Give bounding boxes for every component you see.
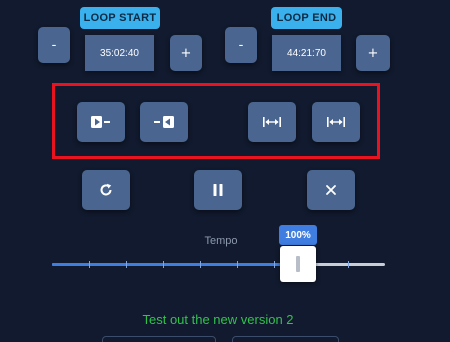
- tempo-slider-thumb[interactable]: [280, 246, 316, 282]
- pause-icon: [213, 184, 223, 196]
- loop-start-decrement-button[interactable]: -: [38, 27, 70, 63]
- loop-start-time-field[interactable]: 35:02:40: [85, 35, 154, 71]
- tempo-tick: [89, 261, 90, 268]
- promo-text: Test out the new version 2: [142, 312, 294, 327]
- tempo-tick: [348, 261, 349, 268]
- tempo-tick: [237, 261, 238, 268]
- pause-button[interactable]: [194, 170, 242, 210]
- tempo-tick: [274, 261, 275, 268]
- plus-label: +: [180, 45, 192, 61]
- minus-label: -: [238, 37, 244, 53]
- repeat-icon: [100, 183, 112, 196]
- minus-label: -: [51, 37, 57, 53]
- loop-start-label-text: LOOP START: [83, 12, 157, 24]
- plus-label: +: [367, 45, 379, 61]
- slider-grip-icon: [296, 256, 300, 272]
- loop-end-time: 44:21:70: [287, 47, 326, 59]
- tempo-value-badge: 100%: [279, 225, 317, 245]
- tempo-tick: [200, 261, 201, 268]
- loop-end-decrement-button[interactable]: -: [225, 27, 257, 63]
- close-button[interactable]: [307, 170, 355, 210]
- highlight-box: [52, 83, 380, 159]
- tempo-value-text: 100%: [285, 229, 311, 241]
- tempo-tick: [163, 261, 164, 268]
- bottom-button-right[interactable]: [232, 336, 339, 342]
- loop-player-panel: - 35:02:40 LOOP START + - 44:21:70 LOOP …: [0, 0, 450, 342]
- loop-end-time-field[interactable]: 44:21:70: [272, 35, 341, 71]
- tempo-tick: [126, 261, 127, 268]
- loop-end-increment-button[interactable]: +: [356, 35, 390, 71]
- loop-end-label: LOOP END: [271, 7, 342, 29]
- loop-start-label: LOOP START: [80, 7, 160, 29]
- loop-start-increment-button[interactable]: +: [170, 35, 202, 71]
- loop-toggle-button[interactable]: [82, 170, 130, 210]
- close-icon: [326, 185, 336, 195]
- bottom-button-left[interactable]: [102, 336, 216, 342]
- loop-start-time: 35:02:40: [100, 47, 139, 59]
- loop-end-label-text: LOOP END: [276, 12, 337, 24]
- tempo-slider-track[interactable]: [52, 261, 385, 268]
- tempo-label: Tempo: [204, 235, 238, 247]
